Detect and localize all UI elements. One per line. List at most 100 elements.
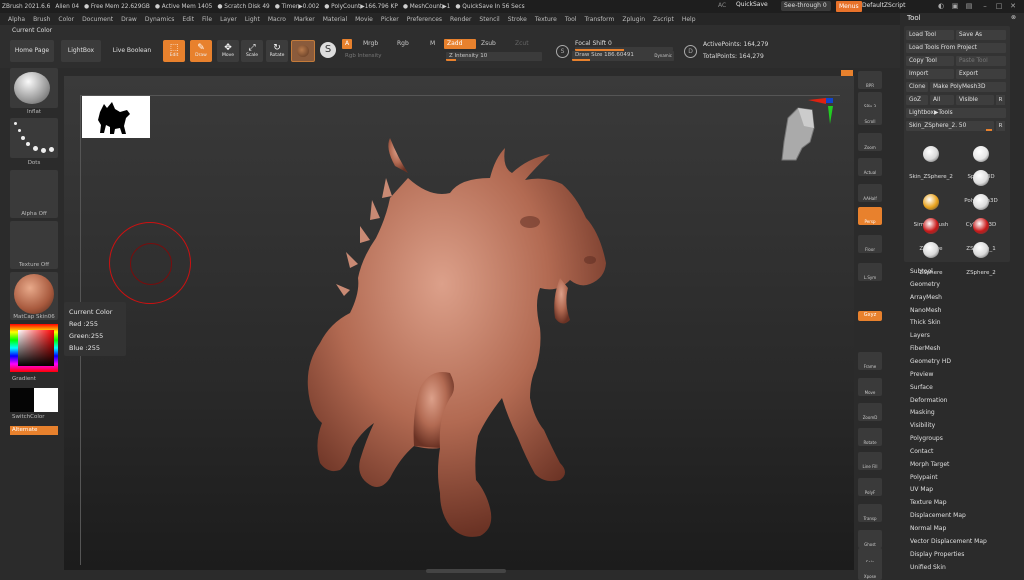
subpalette-arraymesh[interactable]: ArrayMesh [910,294,942,301]
switch-color-button[interactable]: SwitchColor [10,414,58,420]
rightbar-ghost[interactable]: Ghost [858,530,882,548]
export-button[interactable]: Export [956,69,1006,79]
m-toggle[interactable]: M [427,39,438,49]
ac-label[interactable]: AC [718,2,726,9]
tool-thumb-sphere3d[interactable]: Sphere3D [956,146,1006,180]
zsub-toggle[interactable]: Zsub [478,39,499,49]
menu-document[interactable]: Document [82,16,113,23]
tile-icon[interactable]: ▤ [964,1,974,11]
quicksave-button[interactable]: QuickSave [736,1,768,8]
lazy-mouse-icon[interactable]: S [556,45,569,58]
brush-sphere-icon[interactable] [14,72,50,104]
menu-render[interactable]: Render [450,16,471,23]
menu-layer[interactable]: Layer [220,16,237,23]
subpalette-fibermesh[interactable]: FiberMesh [910,345,940,352]
subpalette-display-properties[interactable]: Display Properties [910,551,964,558]
subpalette-deformation[interactable]: Deformation [910,397,947,404]
rightbar-frame[interactable]: Frame [858,352,882,370]
subpalette-morph-target[interactable]: Morph Target [910,461,949,468]
material-swatch[interactable] [291,40,315,62]
maximize-icon[interactable]: □ [994,1,1004,11]
rightbar-line-fill[interactable]: Line Fill [858,452,882,470]
rightbar-scroll[interactable]: Scroll [858,107,882,125]
subpalette-surface[interactable]: Surface [910,384,933,391]
dock-icon[interactable]: ◐ [936,1,946,11]
gradient-label[interactable]: Gradient [10,376,58,382]
paste-tool-button[interactable]: Paste Tool [956,56,1006,66]
edit-mode-button[interactable]: ⬚ Edit [163,40,185,62]
subpalette-polygroups[interactable]: Polygroups [910,435,943,442]
main-color-swatch[interactable] [10,388,34,412]
a-toggle[interactable]: A [342,39,353,49]
tool-thumb-zsphere[interactable]: ZSphere [906,242,956,276]
save-as-button[interactable]: Save As [956,30,1006,40]
menu-dynamics[interactable]: Dynamics [145,16,175,23]
tool-thumb-zsphere-1[interactable]: ZSphere_1 [956,218,1006,252]
rightbar-rotate[interactable]: Rotate [858,428,882,446]
goz-button[interactable]: GoZ [906,95,928,105]
menu-alpha[interactable]: Alpha [8,16,25,23]
subpalette-layers[interactable]: Layers [910,332,930,339]
tool-thumb-zsphere[interactable]: ZSphere [906,218,956,252]
close-icon[interactable]: ✕ [1008,1,1018,11]
navigation-thumbnail[interactable] [82,96,150,138]
menu-brush[interactable]: Brush [33,16,50,23]
dynamic-label[interactable]: Dynamic [654,51,672,60]
tool-thumb-skin-zsphere-2[interactable]: Skin_ZSphere_2 [906,146,956,180]
copy-tool-button[interactable]: Copy Tool [906,56,954,66]
menu-macro[interactable]: Macro [268,16,286,23]
rightbar-zoom[interactable]: Zoom [858,133,882,151]
rightbar-transp[interactable]: Transp [858,504,882,522]
menu-preferences[interactable]: Preferences [407,16,442,23]
menu-marker[interactable]: Marker [294,16,315,23]
draw-mode-button[interactable]: ✎ Draw [190,40,212,62]
lightbox-button[interactable]: LightBox [61,40,101,62]
subpalette-texture-map[interactable]: Texture Map [910,499,947,506]
menu-picker[interactable]: Picker [381,16,399,23]
layout-icon[interactable]: ▣ [950,1,960,11]
sphere-icon[interactable]: S [320,42,336,58]
default-zscript-button[interactable]: DefaultZScript [862,2,905,9]
tool-thumb-polymesh3d[interactable]: PolyMesh3D [956,170,1006,204]
subpalette-polypaint[interactable]: Polypaint [910,474,938,481]
subpalette-normal-map[interactable]: Normal Map [910,525,946,532]
minimize-icon[interactable]: – [980,1,990,11]
tool-thumb-cylinder3d[interactable]: Cylinder3D [956,194,1006,228]
zcut-toggle[interactable]: Zcut [512,39,532,49]
subpalette-displacement-map[interactable]: Displacement Map [910,512,966,519]
rightbar-zoomd[interactable]: ZoomD [858,403,882,421]
rightbar-move[interactable]: Move [858,378,882,396]
menu-draw[interactable]: Draw [121,16,137,23]
menu-stencil[interactable]: Stencil [479,16,499,23]
menu-tool[interactable]: Tool [565,16,577,23]
draw-size-slider[interactable]: Draw Size 186.60491 Dynamic [572,51,674,61]
load-tool-button[interactable]: Load Tool [906,30,954,40]
alternate-button[interactable]: Alternate [10,426,58,435]
rightbar-bpr[interactable]: BPR [858,71,882,89]
menu-zplugin[interactable]: Zplugin [622,16,645,23]
load-tools-from-project-button[interactable]: Load Tools From Project [906,43,1006,53]
subpalette-contact[interactable]: Contact [910,448,933,455]
make-polymesh-button[interactable]: Make PolyMesh3D [930,82,1006,92]
subpalette-uv-map[interactable]: UV Map [910,486,933,493]
r-slider-button[interactable]: R [996,121,1005,131]
bottom-shelf-handle[interactable] [426,569,506,573]
rightbar-xpose[interactable]: Xpose [858,562,882,580]
menu-edit[interactable]: Edit [182,16,194,23]
rgb-toggle[interactable]: Rgb [394,39,412,49]
color-picker[interactable] [10,324,58,372]
rightbar-persp[interactable]: Persp [858,207,882,225]
tool-thumb-zsphere-2[interactable]: ZSphere_2 [956,242,1006,276]
subpalette-geometry-hd[interactable]: Geometry HD [910,358,951,365]
lightbox-tools-button[interactable]: Lightbox▶Tools [906,108,1006,118]
mrgb-toggle[interactable]: Mrgb [360,39,381,49]
r-button[interactable]: R [996,95,1005,105]
menu-help[interactable]: Help [682,16,696,23]
subpalette-vector-displacement-map[interactable]: Vector Displacement Map [910,538,987,545]
rightbar-floor[interactable]: Floor [858,235,882,253]
secondary-color-swatch[interactable] [34,388,58,412]
subpalette-unified-skin[interactable]: Unified Skin [910,564,946,571]
subpalette-visibility[interactable]: Visibility [910,422,935,429]
menu-file[interactable]: File [202,16,212,23]
tool-thumb-simplebrush[interactable]: SimpleBrush [906,194,956,228]
